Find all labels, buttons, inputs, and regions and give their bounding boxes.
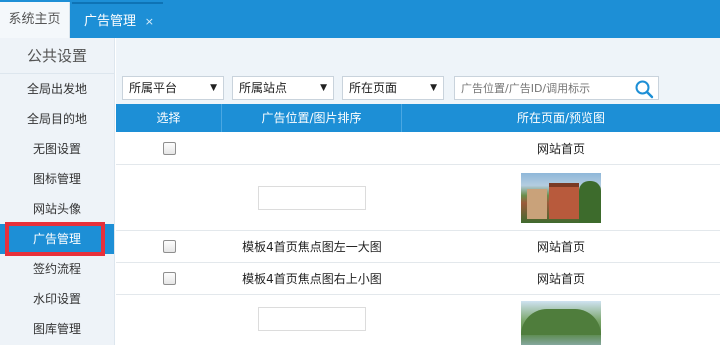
sidebar-item-ad-management[interactable]: 广告管理 [0, 222, 114, 256]
sidebar-item-global-destination[interactable]: 全局目的地 [0, 104, 114, 134]
site-select[interactable]: 所属站点 ▼ [232, 76, 334, 100]
sidebar: 公共设置 全局出发地 全局目的地 无图设置 图标管理 网站头像 广告管理 签约流… [0, 38, 115, 345]
sidebar-title: 公共设置 [0, 38, 114, 74]
search-icon[interactable] [634, 79, 654, 99]
platform-select-value: 所属平台 [129, 81, 178, 95]
row-page: 网站首页 [536, 240, 585, 254]
subheader [116, 38, 720, 72]
row-checkbox[interactable] [162, 240, 176, 253]
close-icon[interactable]: × [145, 4, 154, 40]
sidebar-item-site-avatar[interactable]: 网站头像 [0, 194, 114, 224]
row-checkbox[interactable] [162, 272, 176, 285]
sidebar-item-no-image-settings[interactable]: 无图设置 [0, 134, 114, 164]
page-select-value: 所在页面 [349, 81, 398, 95]
row-position: 模板4首页焦点图左一大图 [242, 240, 382, 254]
main-content: 所属平台 ▼ 所属站点 ▼ 所在页面 ▼ 选择 广告位置/图片排序 所在页面/预… [116, 38, 720, 345]
row-position: 模板4首页焦点图右上小图 [242, 272, 382, 286]
chevron-down-icon: ▼ [210, 83, 217, 93]
sidebar-item-icon-management[interactable]: 图标管理 [0, 164, 114, 194]
chevron-down-icon: ▼ [320, 83, 327, 93]
table-row: 模板4首页焦点图右上小图 网站首页 [116, 263, 720, 295]
table-row: 网站首页 [116, 132, 720, 165]
table-row [116, 295, 720, 345]
platform-select[interactable]: 所属平台 ▼ [122, 76, 224, 100]
sort-order-input[interactable] [258, 307, 366, 331]
row-page: 网站首页 [536, 272, 585, 286]
tab-bar: 系统主页 广告管理 × [0, 0, 720, 38]
search-box [454, 76, 659, 100]
header-select: 选择 [116, 104, 222, 132]
table-row [116, 165, 720, 231]
tab-home-label: 系统主页 [8, 12, 61, 27]
sort-order-input[interactable] [258, 185, 366, 210]
tab-ad-management[interactable]: 广告管理 × [72, 2, 163, 38]
preview-image[interactable] [521, 301, 601, 345]
row-checkbox[interactable] [162, 141, 176, 155]
table-row: 模板4首页焦点图左一大图 网站首页 [116, 231, 720, 263]
page-select[interactable]: 所在页面 ▼ [342, 76, 444, 100]
sidebar-item-watermark-settings[interactable]: 水印设置 [0, 284, 114, 314]
sidebar-item-global-departure[interactable]: 全局出发地 [0, 74, 114, 104]
row-page: 网站首页 [536, 141, 585, 156]
search-input[interactable] [455, 77, 625, 99]
tab-home[interactable]: 系统主页 [0, 2, 70, 38]
preview-image[interactable] [521, 172, 601, 223]
header-position: 广告位置/图片排序 [222, 104, 402, 132]
sidebar-item-signing-process[interactable]: 签约流程 [0, 254, 114, 284]
filter-bar: 所属平台 ▼ 所属站点 ▼ 所在页面 ▼ [116, 72, 720, 104]
table-header: 选择 广告位置/图片排序 所在页面/预览图 [116, 104, 720, 132]
header-page: 所在页面/预览图 [516, 111, 606, 125]
row-position [222, 132, 402, 164]
tab-active-label: 广告管理 [84, 14, 137, 29]
site-select-value: 所属站点 [239, 81, 288, 95]
sidebar-item-gallery-management[interactable]: 图库管理 [0, 314, 114, 344]
chevron-down-icon: ▼ [430, 83, 437, 93]
